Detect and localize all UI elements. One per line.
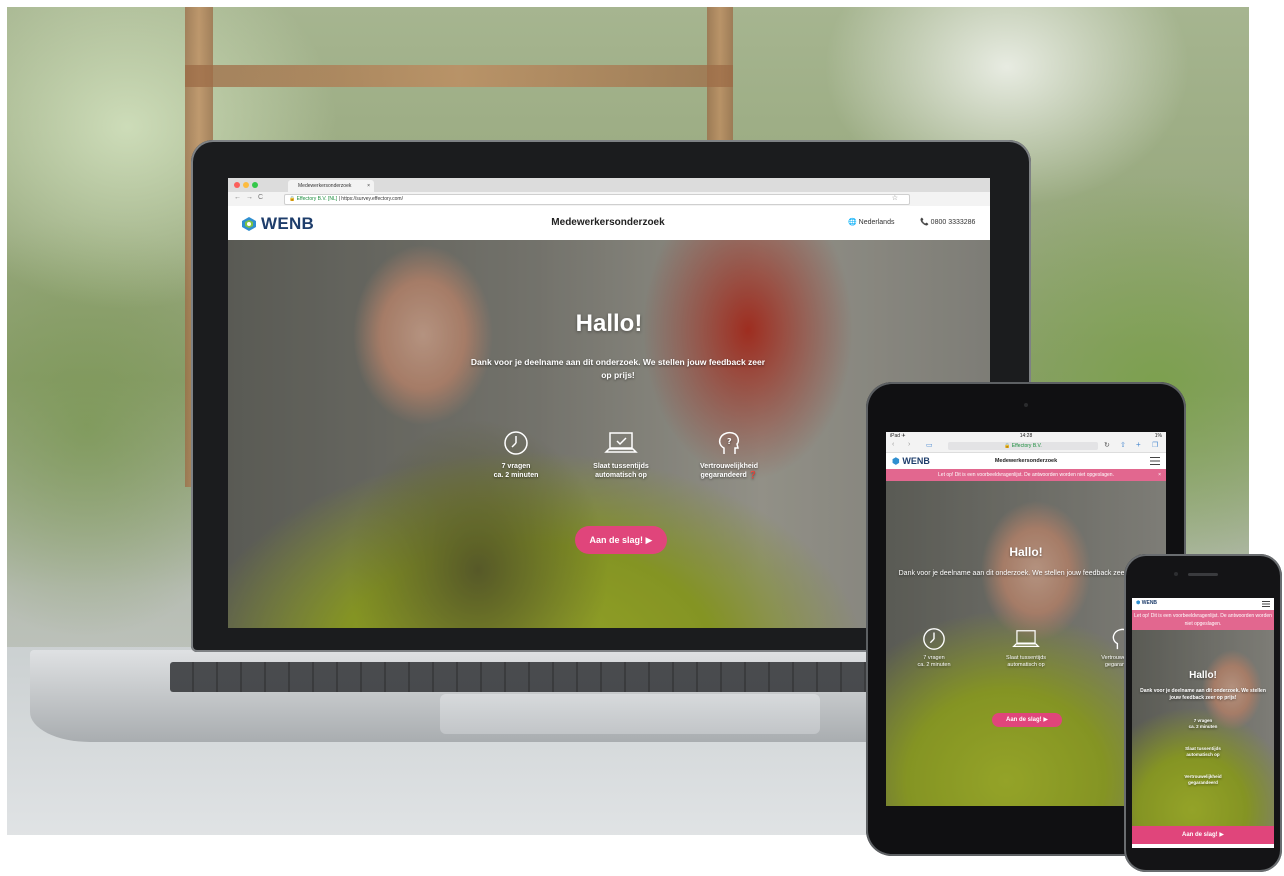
close-window-dot[interactable] [234,182,240,188]
feature-duration-line1: 7 vragen [923,655,945,661]
page-title: Medewerkersonderzoek [551,217,665,228]
phone-camera [1174,572,1178,576]
feature-confidential-line1: Vertrouwelijkheid [700,463,758,470]
tablet-time: 14:28 [1019,433,1033,439]
laptop-trackpad [440,694,820,734]
demo-alert-banner: Let op! Dit is een voorbeeldvragenlijst.… [1132,610,1274,630]
hero-title: Hallo! [1189,670,1217,681]
wenb-logo-icon: ⬢ [892,456,900,466]
start-survey-button[interactable]: Aan de slag! ▶ [575,526,667,554]
share-icon[interactable]: ⇧ [1120,441,1126,449]
page-title: Medewerkersonderzoek [994,458,1058,464]
hero-intro-text: Dank voor je deelname aan dit onderzoek.… [898,570,1154,577]
phone-screen: ⬢ WENB Let op! Dit is een voorbeeldvrage… [1132,598,1274,848]
demo-alert-text: Let op! Dit is een voorbeeldvragenlijst.… [938,472,1114,478]
alert-close-icon[interactable]: × [1158,469,1161,481]
tablet-battery: 1% [1154,433,1162,439]
feature-duration-line2: ca. 2 minuten [493,472,539,479]
secure-lock-label: 🔒 Effectory B.V. [NL] [289,196,338,202]
feature-autosave: Slaat tussentijds automatisch op [986,627,1066,669]
reload-icon[interactable]: C [258,194,263,201]
feature-duration: 7 vragen ca. 2 minuten [1132,718,1274,729]
wenb-logo[interactable]: WENB [242,214,314,234]
feature-autosave-line2: automatisch op [595,472,647,479]
site-header: WENB Medewerkersonderzoek 🌐 Nederlands 📞… [228,206,990,240]
back-icon[interactable]: ← [234,194,241,201]
laptop-icon [1012,630,1040,648]
forward-icon[interactable]: → [246,194,253,201]
head-question-icon: ? [718,431,740,454]
clock-icon [923,628,945,650]
phone-icon: 📞 [920,219,931,226]
forward-icon[interactable]: › [908,441,910,448]
demo-alert-banner: Let op! Dit is een voorbeeldvragenlijst.… [886,469,1166,481]
browser-tab-bar: Medewerkersonderzoek × [228,178,990,192]
new-tab-icon[interactable]: + [1136,440,1141,449]
feature-autosave-line2: automatisch op [1186,751,1220,757]
reload-icon[interactable]: ↻ [1104,441,1110,449]
feature-confidential: Vertrouwelijkheid gegarandeerd [1132,774,1274,785]
feature-duration-line2: ca. 2 minuten [917,662,951,668]
globe-icon: 🌐 [848,219,859,226]
play-arrow-icon: ▶ [645,535,653,545]
feature-duration-line2: ca. 2 minuten [1188,723,1218,729]
laptop-icon [604,432,638,453]
minimize-window-dot[interactable] [243,182,249,188]
phone-speaker [1188,573,1218,576]
url-text: https://survey.effectory.com/ [341,196,403,202]
tab-title: Medewerkersonderzoek [298,183,352,189]
wenb-logo-icon [242,217,256,231]
info-question-icon[interactable]: ❓ [749,472,758,479]
wenb-logo-icon: ⬢ [1136,600,1141,606]
feature-autosave: Slaat tussentijds automatisch op [1132,746,1274,757]
phone-hero-section: Hallo! Dank voor je deelname aan dit ond… [1132,630,1274,826]
tablet-status-bar: iPad ✈ 14:28 1% [886,432,1166,440]
phone-device: ⬢ WENB Let op! Dit is een voorbeeldvrage… [1124,554,1282,872]
feature-duration: 7 vragen ca. 2 minuten [894,627,974,669]
hero-title: Hallo! [575,310,643,337]
laptop-keyboard [170,662,870,692]
feature-autosave: Slaat tussentijds automatisch op [566,430,676,480]
maximize-window-dot[interactable] [252,182,258,188]
feature-duration-line1: 7 vragen [501,463,531,470]
wenb-logo[interactable]: ⬢ WENB [892,456,930,467]
tab-close-icon[interactable]: × [367,180,370,192]
language-selector[interactable]: 🌐 Nederlands [848,218,894,226]
hero-intro-text: Dank voor je deelname aan dit onderzoek.… [1140,688,1266,701]
tablet-site-header: ⬢ WENB Medewerkersonderzoek [886,453,1166,469]
menu-icon[interactable] [1262,601,1270,607]
hero-title: Hallo! [1009,545,1043,559]
phone-site-header: ⬢ WENB [1132,598,1274,610]
wooden-frame-top [185,65,733,87]
url-field[interactable]: 🔒 Effectory B.V. [NL] | https://survey.e… [284,194,910,205]
back-icon[interactable]: ‹ [892,441,894,448]
tablet-url-field[interactable]: 🔒 Effectory B.V. [948,442,1098,450]
phone-link[interactable]: 📞 0800 3333286 [920,218,975,226]
tabs-icon[interactable]: ❐ [1152,441,1158,449]
play-arrow-icon: ▶ [1219,832,1224,838]
menu-icon[interactable] [1150,457,1160,465]
play-arrow-icon: ▶ [1043,717,1048,723]
feature-autosave-line1: Slaat tussentijds [1005,655,1047,661]
feature-confidential: ? Vertrouwelijkheid gegarandeerd ❓ [674,430,784,480]
browser-address-bar: ← → C 🔒 Effectory B.V. [NL] | https://su… [228,192,990,207]
tablet-camera [1024,403,1028,407]
bookmarks-icon[interactable]: ▭ [926,441,933,449]
feature-duration: 7 vragen ca. 2 minuten [461,430,571,480]
hero-intro-text: Dank voor je deelname aan dit onderzoek.… [470,357,766,380]
bookmark-star-icon[interactable]: ☆ [892,194,898,202]
tablet-url-bar: ‹ › ▭ 🔒 Effectory B.V. ↻ ⇧ + ❐ [886,440,1166,453]
wenb-logo[interactable]: ⬢ WENB [1136,600,1157,606]
start-survey-button[interactable]: Aan de slag! ▶ [992,713,1062,727]
feature-confidential-line2: gegarandeerd [700,472,747,479]
feature-autosave-line1: Slaat tussentijds [593,463,649,470]
svg-text:?: ? [727,437,732,446]
clock-icon [504,431,528,455]
feature-autosave-line2: automatisch op [1007,662,1045,668]
start-survey-button[interactable]: Aan de slag! ▶ [1132,826,1274,844]
browser-tab[interactable]: Medewerkersonderzoek × [288,180,374,192]
feature-confidential-line2: gegarandeerd [1188,779,1218,785]
